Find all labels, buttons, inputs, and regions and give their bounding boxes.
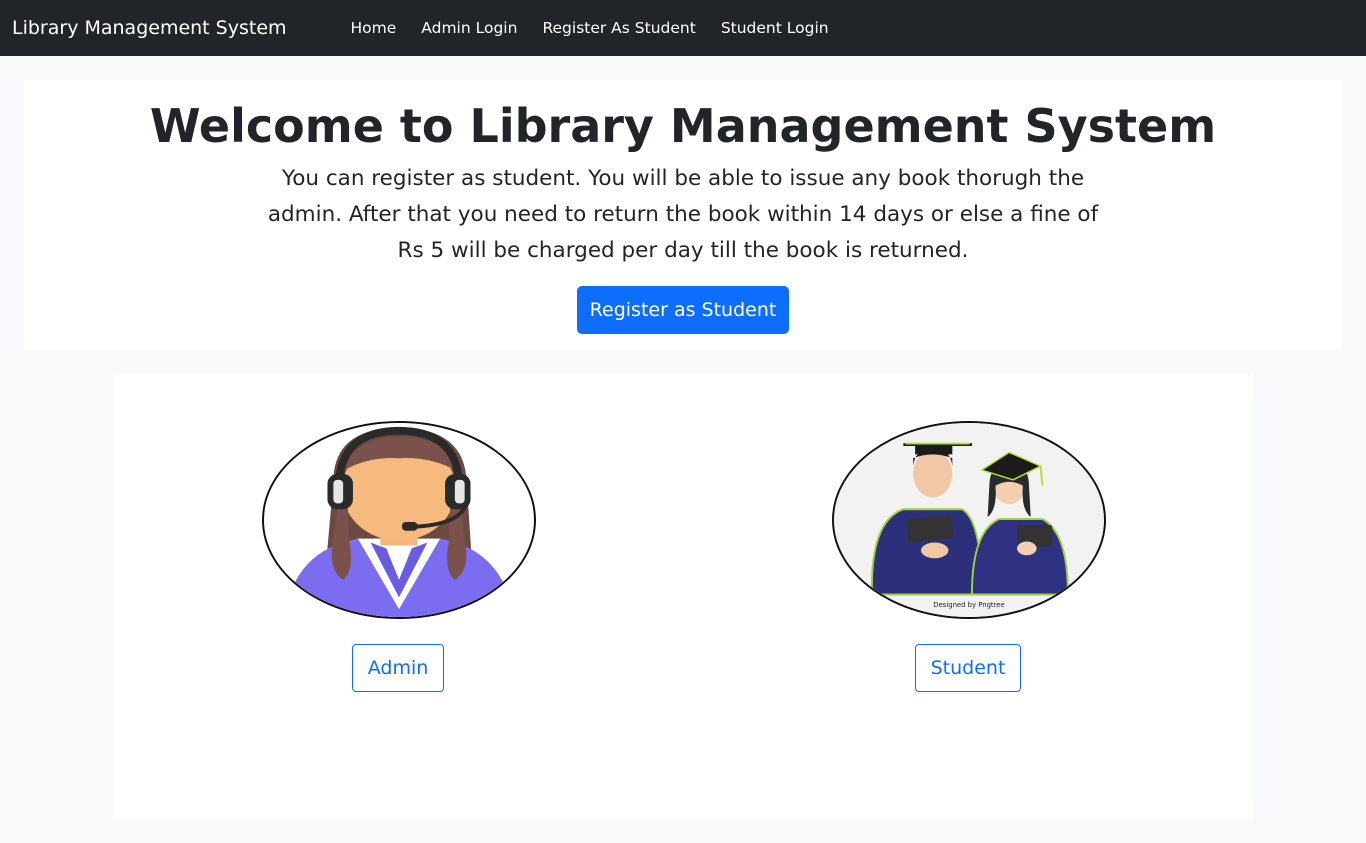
hero-section: Welcome to Library Management System You… bbox=[24, 80, 1342, 350]
nav-link-home[interactable]: Home bbox=[338, 0, 409, 56]
role-cards-section: Designed by Pngtree Admin Student bbox=[113, 374, 1253, 819]
hero-description: You can register as student. You will be… bbox=[267, 166, 1099, 263]
student-button[interactable]: Student bbox=[915, 644, 1021, 692]
student-image-watermark: Designed by Pngtree bbox=[933, 601, 1004, 609]
nav-links: Home Admin Login Register As Student Stu… bbox=[338, 0, 841, 56]
admin-headset-icon bbox=[264, 423, 534, 617]
nav-link-admin-login[interactable]: Admin Login bbox=[409, 0, 530, 56]
navbar-brand[interactable]: Library Management System bbox=[12, 0, 287, 56]
students-graduates-icon: Designed by Pngtree bbox=[834, 423, 1104, 617]
admin-button[interactable]: Admin bbox=[352, 644, 444, 692]
register-as-student-button[interactable]: Register as Student bbox=[577, 286, 789, 334]
student-avatar-image: Designed by Pngtree bbox=[832, 421, 1106, 619]
nav-link-student-login[interactable]: Student Login bbox=[708, 0, 841, 56]
navbar: Library Management System Home Admin Log… bbox=[0, 0, 1366, 56]
nav-link-register-as-student[interactable]: Register As Student bbox=[530, 0, 708, 56]
admin-avatar-image bbox=[262, 421, 536, 619]
hero-title: Welcome to Library Management System bbox=[149, 99, 1217, 153]
